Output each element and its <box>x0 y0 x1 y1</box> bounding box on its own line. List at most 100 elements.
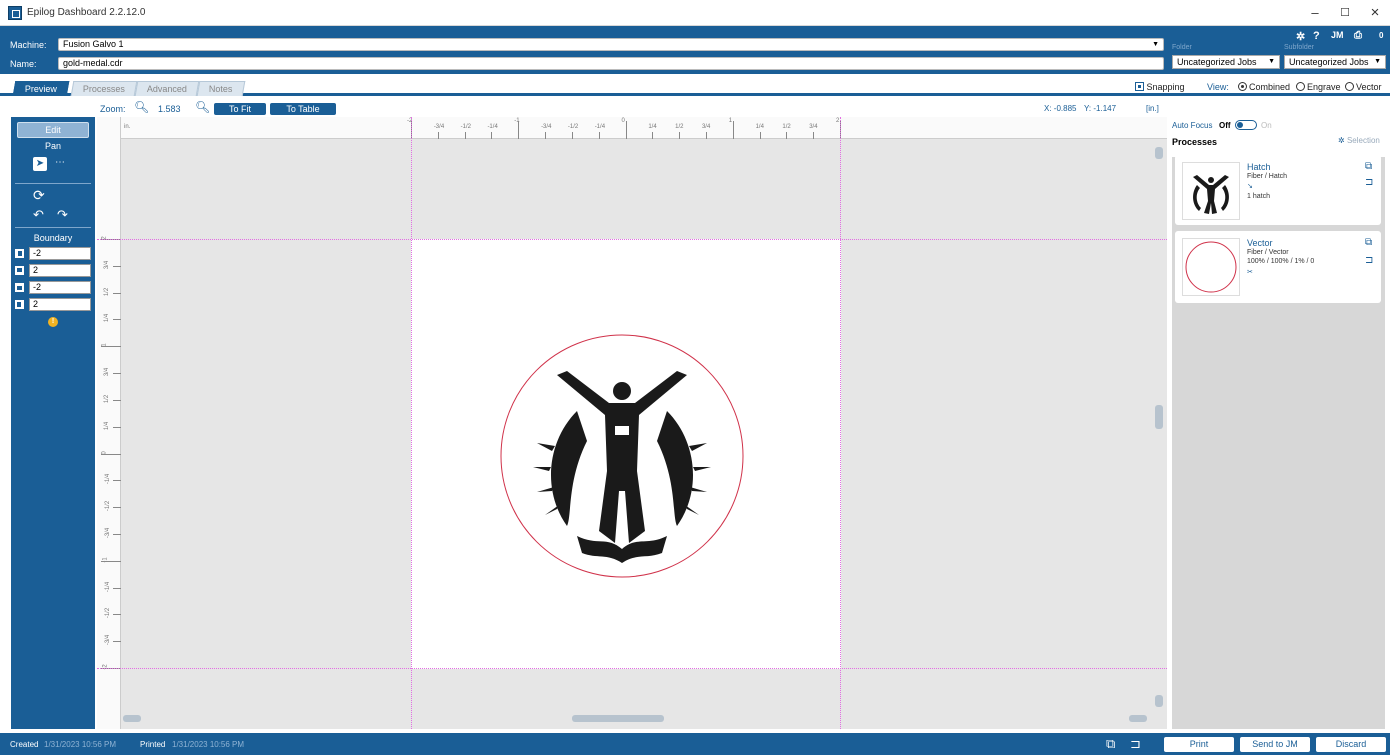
ruler-tick-label: 1/2 <box>675 124 684 130</box>
folder-icon[interactable]: ⊐ <box>1365 255 1373 266</box>
help-icon[interactable]: ? <box>1313 30 1320 42</box>
to-table-button[interactable]: To Table <box>270 103 336 115</box>
printer-icon[interactable]: ⎙ <box>1354 30 1362 41</box>
machine-select[interactable]: Fusion Galvo 1 ▼ <box>58 38 1164 51</box>
snapping-toggle[interactable]: Snapping <box>1135 82 1185 92</box>
boundary-left-input[interactable]: -2 <box>29 247 91 260</box>
ruler-tick-label: 1/4 <box>755 124 764 130</box>
refresh-icon[interactable]: ⟳ <box>33 187 45 204</box>
zoom-out-icon[interactable]: 🔍︎ <box>134 100 149 114</box>
boundary-bottom-input[interactable]: 2 <box>29 298 91 311</box>
folder-dropdown[interactable]: Uncategorized Jobs ▼ <box>1172 55 1280 69</box>
maximize-button[interactable]: ☐ <box>1330 3 1360 23</box>
scroll-down-button[interactable] <box>1155 695 1163 707</box>
process-card-hatch[interactable]: Hatch Fiber / Hatch ↘ 1 hatch ⧉ ⊐ <box>1175 155 1381 225</box>
discard-button[interactable]: Discard <box>1316 737 1386 752</box>
ruler-tick <box>571 132 573 139</box>
tab-preview[interactable]: Preview <box>12 81 70 96</box>
medal-artwork[interactable] <box>497 331 747 581</box>
processes-label: Processes <box>1172 137 1218 147</box>
view-combined-label: Combined <box>1249 82 1291 92</box>
edit-button[interactable]: Edit <box>17 122 89 138</box>
guide-line-bottom <box>97 668 1167 669</box>
guide-line-top <box>97 239 1167 240</box>
preview-canvas[interactable]: in. -2 -3/4 -1/2 -1/4 -1 -3/4 -1/2 -1/4 0 1/4 1/2 3… <box>97 117 1167 729</box>
tab-advanced[interactable]: Advanced <box>134 81 200 96</box>
close-button[interactable]: × <box>1360 3 1390 23</box>
x-coordinate: X: -0.885 <box>1044 104 1077 113</box>
guide-line-right <box>840 117 841 729</box>
ruler-tick <box>518 121 520 139</box>
view-vector-label: Vector <box>1356 82 1382 92</box>
y-coordinate: Y: -1.147 <box>1084 104 1117 113</box>
horizontal-scrollbar-thumb[interactable] <box>572 715 664 722</box>
print-button[interactable]: Print <box>1164 737 1234 752</box>
printed-label: Printed <box>140 740 166 749</box>
vertical-scrollbar-thumb[interactable] <box>1155 405 1163 429</box>
zoom-in-icon[interactable]: 🔍︎ <box>195 100 210 114</box>
boundary-bottom-row: 2 <box>15 298 91 312</box>
view-combined-radio[interactable]: Combined <box>1238 82 1290 92</box>
vector-process-type: Fiber / Vector <box>1247 249 1289 256</box>
divider <box>15 227 91 228</box>
duplicate-icon[interactable]: ⧉ <box>1365 161 1372 172</box>
redo-icon[interactable]: ↷ <box>57 207 68 223</box>
undo-icon[interactable]: ↶ <box>33 207 44 223</box>
save-folder-icon[interactable]: ⊐ <box>1130 736 1141 752</box>
to-fit-button[interactable]: To Fit <box>214 103 266 115</box>
folder-icon[interactable]: ⊐ <box>1365 177 1373 188</box>
boundary-top-input[interactable]: -2 <box>29 281 91 294</box>
tab-notes[interactable]: Notes <box>196 81 245 96</box>
warning-icon[interactable]: ! <box>48 317 58 327</box>
app-logo-icon <box>8 6 22 20</box>
ruler-tick-label: -1/2 <box>567 124 579 130</box>
gear-icon[interactable]: ✲ <box>1296 30 1305 43</box>
created-label: Created <box>10 740 39 749</box>
ruler-tick-label: 3/4 <box>104 367 111 377</box>
tab-processes[interactable]: Processes <box>70 81 138 96</box>
pan-label: Pan <box>44 141 61 151</box>
job-name-input[interactable]: gold-medal.cdr <box>58 57 1164 70</box>
created-value: 1/31/2023 10:56 PM <box>44 740 117 749</box>
hatch-process-detail: 1 hatch <box>1247 193 1270 200</box>
auto-focus-label: Auto Focus <box>1172 121 1213 130</box>
duplicate-icon[interactable]: ⧉ <box>1365 237 1372 248</box>
boundary-right-icon <box>15 300 24 309</box>
ruler-tick <box>101 453 121 455</box>
view-vector-radio[interactable]: Vector <box>1345 82 1382 92</box>
vector-thumbnail-art <box>1185 241 1237 293</box>
scroll-left-button[interactable] <box>123 715 141 722</box>
pan-tool-icon[interactable]: ⋯ <box>55 157 65 168</box>
subfolder-dropdown[interactable]: Uncategorized Jobs ▼ <box>1284 55 1386 69</box>
user-initials[interactable]: JM <box>1331 30 1344 40</box>
ruler-tick-label: 2 <box>836 118 840 124</box>
ruler-tick <box>705 132 707 139</box>
ruler-tick-label: -1/2 <box>460 124 471 130</box>
queue-count: 0 <box>1379 31 1384 40</box>
ruler-tick <box>113 265 121 267</box>
ruler-tick-label: -1/4 <box>594 124 606 130</box>
radio-icon <box>1296 82 1305 91</box>
process-card-vector[interactable]: Vector Fiber / Vector 100% / 100% / 1% /… <box>1175 231 1381 303</box>
pointer-icon[interactable]: ➤ <box>33 157 47 171</box>
scroll-right-button[interactable] <box>1129 715 1147 722</box>
tab-label: Processes <box>82 84 125 94</box>
printed-value: 1/31/2023 10:56 PM <box>172 740 245 749</box>
tab-label: Preview <box>24 84 57 94</box>
selection-button[interactable]: ✲ Selection <box>1338 136 1380 145</box>
ruler-tick-label: -3/4 <box>541 124 552 130</box>
boundary-right-input[interactable]: 2 <box>29 264 91 277</box>
ruler-tick <box>113 319 121 321</box>
scissors-icon: ✂ <box>1247 269 1253 276</box>
ruler-tick <box>679 132 681 139</box>
view-engrave-radio[interactable]: Engrave <box>1296 82 1341 92</box>
minimize-button[interactable]: – <box>1300 3 1330 23</box>
auto-focus-toggle[interactable] <box>1235 120 1257 130</box>
checkbox-icon <box>1135 82 1144 91</box>
ruler-tick-label: -3/4 <box>433 124 445 130</box>
gear-icon: ✲ <box>1338 136 1345 145</box>
send-to-button[interactable]: Send to JM <box>1240 737 1310 752</box>
ruler-tick-label: 0 <box>621 118 625 124</box>
scroll-up-button[interactable] <box>1155 147 1163 159</box>
open-folder-icon[interactable]: ⧉ <box>1106 736 1115 752</box>
